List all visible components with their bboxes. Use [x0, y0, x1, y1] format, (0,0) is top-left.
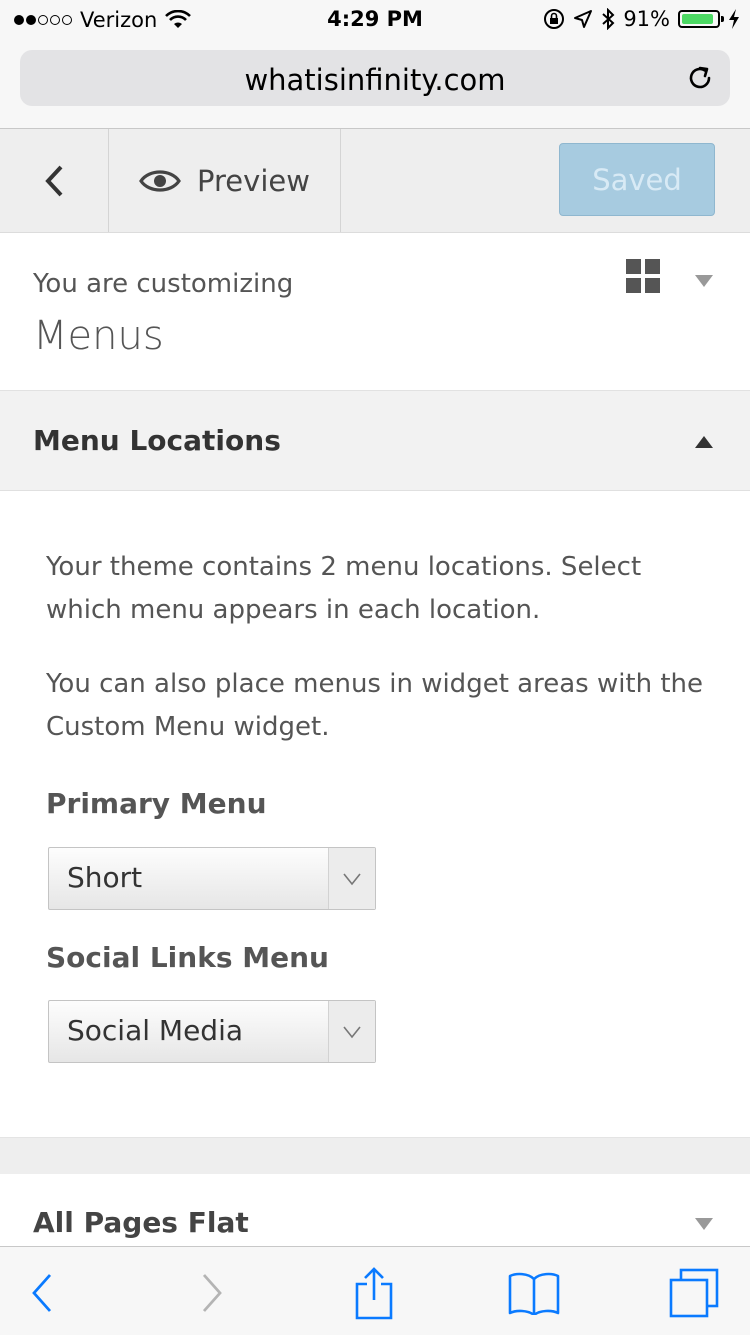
- chevron-down-icon: [328, 1001, 375, 1062]
- rotation-lock-icon: [544, 9, 565, 29]
- next-section-title: All Pages Flat: [33, 1206, 249, 1239]
- social-links-menu-value: Social Media: [67, 1014, 244, 1047]
- social-links-menu-select[interactable]: Social Media: [48, 1000, 376, 1063]
- social-links-menu-label: Social Links Menu: [46, 941, 329, 974]
- customizing-title: Menus: [33, 313, 164, 359]
- menus-grid-icon: [626, 259, 660, 293]
- preview-label: Preview: [197, 163, 310, 198]
- status-bar: Verizon 4:29 PM 91%: [0, 0, 750, 40]
- charging-icon: [729, 9, 739, 29]
- customizer-header: Preview Saved: [0, 129, 750, 233]
- eye-icon: [139, 169, 181, 192]
- tabs-icon: [669, 1268, 719, 1318]
- chevron-up-icon[interactable]: [693, 434, 715, 450]
- section-separator: [0, 1137, 750, 1174]
- battery-icon: [678, 10, 724, 28]
- book-icon: [508, 1272, 560, 1315]
- saved-button[interactable]: Saved: [559, 143, 715, 216]
- primary-menu-value: Short: [67, 861, 143, 894]
- url-text[interactable]: whatisinfinity.com: [20, 63, 730, 97]
- preview-button[interactable]: Preview: [109, 129, 341, 232]
- forward-nav-button[interactable]: [184, 1265, 240, 1321]
- bookmarks-button[interactable]: [506, 1265, 562, 1321]
- customizing-info: You are customizing Menus: [0, 233, 750, 391]
- primary-menu-select[interactable]: Short: [48, 847, 376, 910]
- chevron-left-icon: [45, 165, 63, 196]
- bluetooth-icon: [602, 8, 615, 30]
- share-button[interactable]: [346, 1265, 402, 1321]
- section-description: Your theme contains 2 menu locations. Se…: [46, 552, 642, 625]
- chevron-down-icon[interactable]: [693, 1216, 715, 1232]
- menu-locations-header[interactable]: Menu Locations: [0, 391, 750, 491]
- primary-menu-label: Primary Menu: [46, 787, 267, 820]
- share-icon: [355, 1267, 393, 1320]
- all-pages-flat-header[interactable]: All Pages Flat: [0, 1174, 750, 1246]
- section-title: Menu Locations: [33, 424, 281, 457]
- reload-icon[interactable]: [684, 62, 716, 94]
- address-bar[interactable]: whatisinfinity.com: [20, 50, 730, 106]
- status-right: 91%: [543, 7, 740, 31]
- customizing-prefix: You are customizing: [33, 269, 294, 299]
- browser-toolbar: [0, 1246, 750, 1335]
- location-icon: [574, 10, 593, 28]
- chevron-down-icon[interactable]: [693, 273, 715, 289]
- section-hint: You can also place menus in widget areas…: [46, 669, 704, 742]
- back-button[interactable]: [0, 129, 109, 232]
- back-nav-button[interactable]: [14, 1265, 70, 1321]
- tabs-button[interactable]: [666, 1265, 722, 1321]
- chevron-down-icon: [328, 848, 375, 909]
- chevron-left-icon: [32, 1274, 52, 1312]
- menu-locations-panel: Your theme contains 2 menu locations. Se…: [0, 491, 750, 1137]
- chevron-right-icon: [202, 1274, 222, 1312]
- battery-percent: 91%: [623, 7, 670, 31]
- browser-address-area: whatisinfinity.com: [0, 40, 750, 129]
